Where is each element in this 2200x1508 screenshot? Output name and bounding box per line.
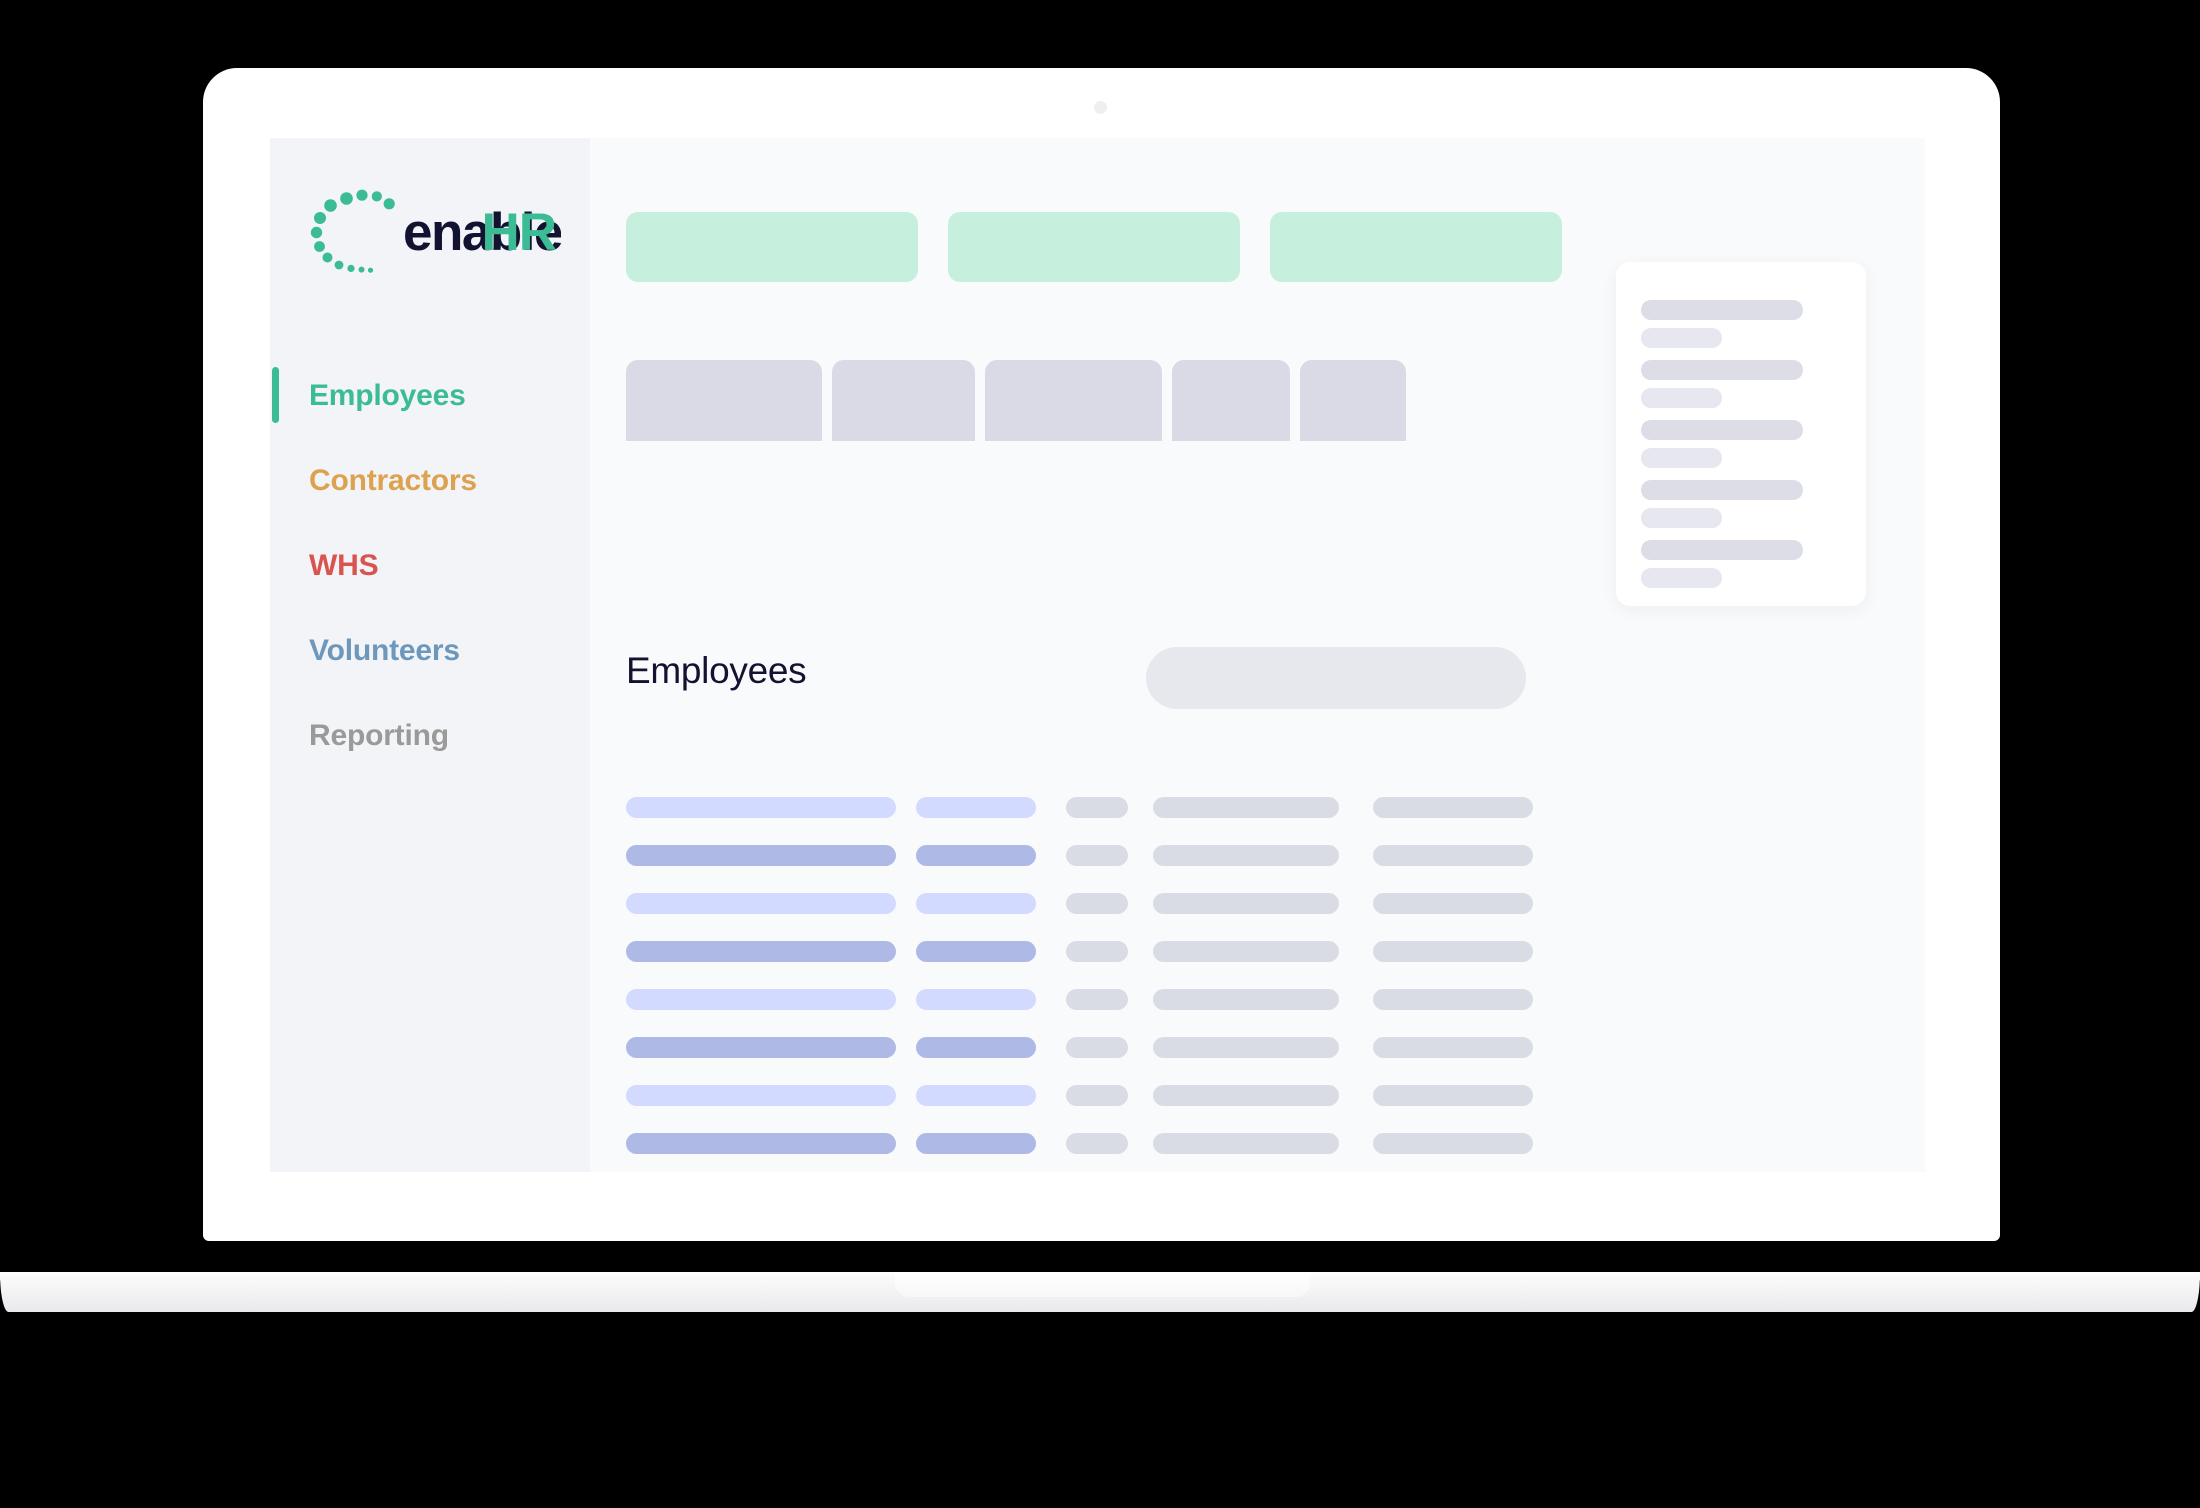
sidebar: enable HR Employees Contractors WHS Volu… (270, 138, 590, 1172)
cell-role (916, 989, 1036, 1010)
cell-detail (1153, 1037, 1339, 1058)
cell-status (1066, 989, 1128, 1010)
tab-3[interactable] (985, 360, 1162, 441)
detail-subtitle-bar (1641, 328, 1722, 348)
cell-name (626, 941, 896, 962)
cell-detail (1153, 797, 1339, 818)
cell-detail (1153, 989, 1339, 1010)
cell-role (916, 893, 1036, 914)
cell-role (916, 1037, 1036, 1058)
detail-subtitle-bar (1641, 568, 1722, 588)
cell-name (626, 1037, 896, 1058)
page-title: Employees (626, 650, 807, 691)
detail-title-bar (1641, 300, 1803, 320)
svg-text:HR: HR (481, 203, 556, 262)
cell-extra (1373, 845, 1533, 866)
detail-title-bar (1641, 360, 1803, 380)
tab-4[interactable] (1172, 360, 1290, 441)
sidebar-item-employees[interactable]: Employees (270, 353, 590, 438)
detail-subtitle-bar (1641, 388, 1722, 408)
cell-status (1066, 893, 1128, 914)
tab-2[interactable] (832, 360, 975, 441)
sidebar-item-whs[interactable]: WHS (270, 523, 590, 608)
cell-detail (1153, 1133, 1339, 1154)
active-indicator-bar (272, 367, 279, 423)
enablehr-logo[interactable]: enable HR (303, 188, 561, 278)
cell-role (916, 1133, 1036, 1154)
spiral-dots-icon (310, 189, 395, 273)
sidebar-item-label: WHS (309, 548, 379, 582)
sidebar-item-label: Contractors (309, 463, 477, 497)
summary-cards-row (626, 212, 1562, 282)
sidebar-item-label: Reporting (309, 718, 449, 752)
cell-detail (1153, 941, 1339, 962)
cell-detail (1153, 1085, 1339, 1106)
cell-status (1066, 845, 1128, 866)
cell-detail (1153, 845, 1339, 866)
cell-name (626, 1133, 896, 1154)
cell-role (916, 797, 1036, 818)
camera-dot-icon (1094, 101, 1107, 114)
detail-subtitle-bar (1641, 448, 1722, 468)
tab-5[interactable] (1300, 360, 1406, 441)
summary-card-3[interactable] (1270, 212, 1562, 282)
sidebar-item-label: Volunteers (309, 633, 460, 667)
cell-role (916, 845, 1036, 866)
cell-role (916, 1085, 1036, 1106)
cell-extra (1373, 1085, 1533, 1106)
search-input[interactable] (1146, 647, 1526, 709)
screen-viewport: enable HR Employees Contractors WHS Volu… (270, 138, 1925, 1172)
sidebar-nav: Employees Contractors WHS Volunteers Rep… (270, 353, 590, 778)
cell-extra (1373, 893, 1533, 914)
cell-status (1066, 1037, 1128, 1058)
cell-status (1066, 797, 1128, 818)
detail-title-bar (1641, 420, 1803, 440)
cell-extra (1373, 1133, 1533, 1154)
sidebar-item-contractors[interactable]: Contractors (270, 438, 590, 523)
tab-1[interactable] (626, 360, 822, 441)
cell-extra (1373, 1037, 1533, 1058)
cell-name (626, 845, 896, 866)
sidebar-item-label: Employees (309, 378, 466, 412)
tab-bar (626, 360, 1406, 441)
section-header: Employees (626, 647, 1560, 711)
cell-status (1066, 1133, 1128, 1154)
cell-name (626, 797, 896, 818)
summary-card-2[interactable] (948, 212, 1240, 282)
cell-extra (1373, 797, 1533, 818)
cell-extra (1373, 989, 1533, 1010)
cell-name (626, 1085, 896, 1106)
detail-title-bar (1641, 480, 1803, 500)
main-content: Employees (590, 138, 1925, 1172)
cell-status (1066, 1085, 1128, 1106)
laptop-base-notch (895, 1272, 1310, 1297)
cell-role (916, 941, 1036, 962)
detail-title-bar (1641, 540, 1803, 560)
detail-subtitle-bar (1641, 508, 1722, 528)
detail-panel (1616, 262, 1866, 606)
cell-name (626, 893, 896, 914)
summary-card-1[interactable] (626, 212, 918, 282)
sidebar-item-reporting[interactable]: Reporting (270, 693, 590, 778)
cell-status (1066, 941, 1128, 962)
sidebar-item-volunteers[interactable]: Volunteers (270, 608, 590, 693)
cell-name (626, 989, 896, 1010)
screenshot-stage: enable HR Employees Contractors WHS Volu… (0, 0, 2200, 1508)
cell-detail (1153, 893, 1339, 914)
cell-extra (1373, 941, 1533, 962)
